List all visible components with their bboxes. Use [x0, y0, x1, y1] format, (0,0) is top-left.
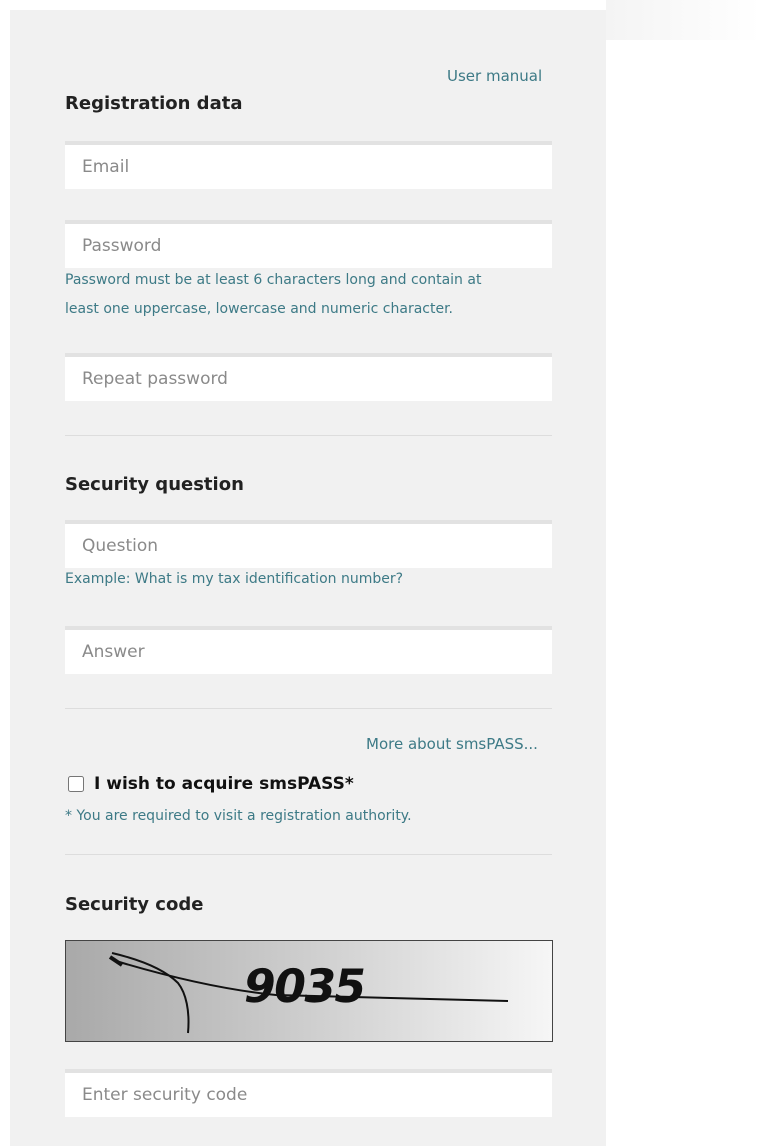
answer-field[interactable] — [65, 626, 552, 674]
smspass-note: * You are required to visit a registrati… — [65, 808, 412, 824]
registration-data-heading: Registration data — [65, 93, 243, 114]
more-about-smspass-link[interactable]: More about smsPASS... — [366, 735, 538, 753]
password-hint-line1: Password must be at least 6 characters l… — [65, 272, 482, 288]
captcha-text: 9035 — [239, 959, 369, 1013]
question-field[interactable] — [65, 520, 552, 568]
security-code-field[interactable] — [65, 1069, 552, 1117]
security-question-heading: Security question — [65, 474, 244, 495]
question-hint: Example: What is my tax identification n… — [65, 571, 404, 587]
password-field[interactable] — [65, 220, 552, 268]
password-hint: Password must be at least 6 characters l… — [65, 266, 481, 324]
section-divider — [65, 708, 552, 709]
smspass-checkbox[interactable] — [68, 776, 84, 792]
smspass-checkbox-label[interactable]: I wish to acquire smsPASS* — [94, 774, 354, 794]
password-hint-line2: least one uppercase, lowercase and numer… — [65, 301, 453, 317]
section-divider — [65, 435, 552, 436]
user-manual-link[interactable]: User manual — [447, 67, 542, 85]
section-divider — [65, 854, 552, 855]
security-code-heading: Security code — [65, 894, 204, 915]
captcha-image: 9035 — [65, 940, 553, 1042]
email-field[interactable] — [65, 141, 552, 189]
repeat-password-field[interactable] — [65, 353, 552, 401]
background-fade — [606, 0, 761, 40]
